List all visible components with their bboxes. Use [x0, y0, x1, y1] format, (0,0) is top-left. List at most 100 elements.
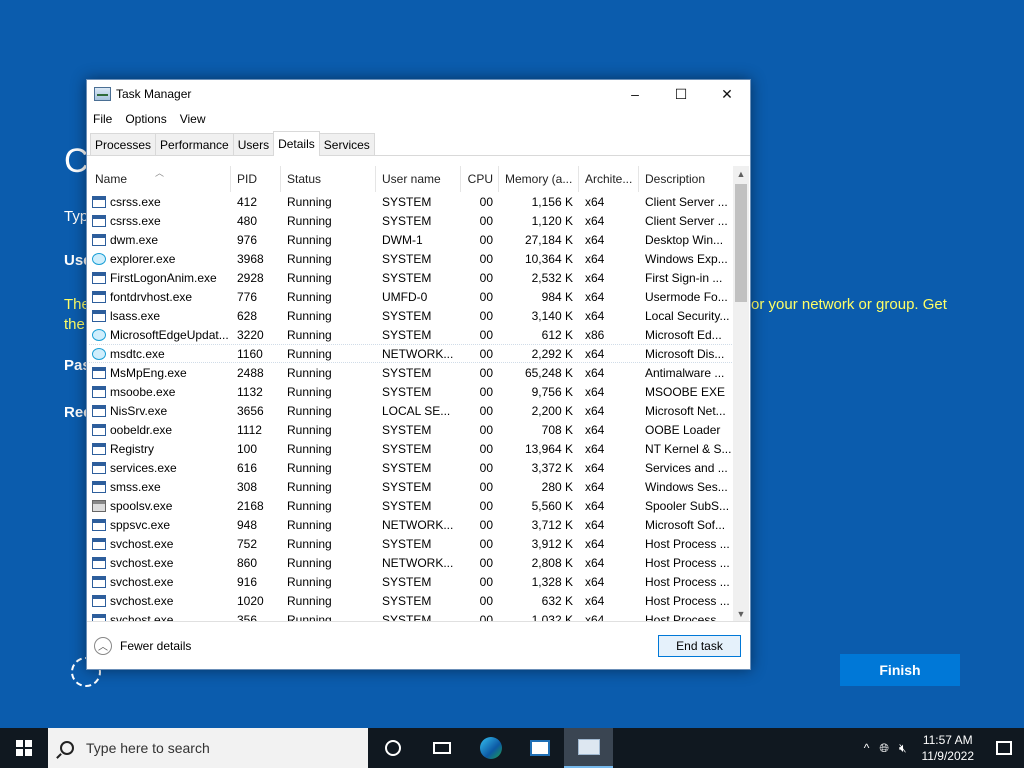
- vertical-scrollbar[interactable]: ▲ ▼: [733, 166, 749, 622]
- process-status-cell: Running: [287, 460, 332, 475]
- process-row[interactable]: spoolsv.exe 2168 Running SYSTEM 00 5,560 K x64…: [89, 496, 734, 515]
- tab-details[interactable]: Details: [273, 131, 320, 156]
- process-row[interactable]: svchost.exe 916 Running SYSTEM 00 1,328 K x64 H…: [89, 572, 734, 591]
- volume-muted-icon[interactable]: 🔇︎: [894, 741, 912, 756]
- end-task-button[interactable]: End task: [658, 634, 741, 657]
- process-arch-cell: x64: [585, 251, 605, 266]
- process-cpu-cell: 00: [479, 327, 493, 342]
- task-view-button[interactable]: [417, 728, 466, 768]
- process-row[interactable]: dwm.exe 976 Running DWM-1 00 27,184 K x64 Deskt…: [89, 230, 734, 249]
- process-row[interactable]: oobeldr.exe 1112 Running SYSTEM 00 708 K x64 OO…: [89, 420, 734, 439]
- process-cpu-cell: 00: [479, 574, 493, 589]
- fewer-details-link[interactable]: Fewer details: [120, 639, 191, 653]
- task-manager-taskbar-button[interactable]: [564, 728, 613, 768]
- process-row[interactable]: csrss.exe 412 Running SYSTEM 00 1,156 K x64 Cli…: [89, 192, 734, 211]
- process-row[interactable]: MicrosoftEdgeUpdat... 3220 Running SYSTEM 00…: [89, 325, 734, 344]
- cortana-button[interactable]: [368, 728, 417, 768]
- process-row[interactable]: services.exe 616 Running SYSTEM 00 3,372 K x64…: [89, 458, 734, 477]
- scroll-down-icon[interactable]: ▼: [733, 606, 749, 622]
- process-name: Registry: [110, 441, 155, 456]
- process-name-cell: FirstLogonAnim.exe: [89, 271, 231, 285]
- process-row[interactable]: svchost.exe 1020 Running SYSTEM 00 632 K x64 Ho…: [89, 591, 734, 610]
- menu-view[interactable]: View: [180, 112, 206, 126]
- process-mem-cell: 1,156 K: [531, 194, 573, 209]
- process-desc-cell: First Sign-in ...: [645, 270, 723, 285]
- process-status-cell: Running: [287, 593, 332, 608]
- process-row[interactable]: sppsvc.exe 948 Running NETWORK... 00 3,712 K x…: [89, 515, 734, 534]
- oobe-taskbar-button[interactable]: [515, 728, 564, 768]
- process-arch-cell: x64: [585, 593, 605, 608]
- process-name: lsass.exe: [110, 308, 161, 323]
- process-pid-cell: 1132: [237, 384, 263, 399]
- process-row[interactable]: fontdrvhost.exe 776 Running UMFD-0 00 984 K x6…: [89, 287, 734, 306]
- process-row[interactable]: msdtc.exe 1160 Running NETWORK... 00 2,292 K x…: [89, 344, 734, 363]
- process-row[interactable]: svchost.exe 752 Running SYSTEM 00 3,912 K x64 H…: [89, 534, 734, 553]
- process-user-cell: SYSTEM: [382, 479, 432, 494]
- process-user-cell: LOCAL SE...: [382, 403, 451, 418]
- column-header-memory[interactable]: Memory (a...: [499, 166, 579, 192]
- show-hidden-icons-chevron-icon[interactable]: ^: [859, 741, 875, 755]
- process-mem-cell: 708 K: [541, 422, 573, 437]
- tab-services[interactable]: Services: [318, 133, 375, 155]
- minimize-icon[interactable]: –: [612, 80, 658, 108]
- action-center-button[interactable]: [984, 728, 1024, 768]
- process-row[interactable]: csrss.exe 480 Running SYSTEM 00 1,120 K x64 Cli…: [89, 211, 734, 230]
- start-button[interactable]: [0, 728, 48, 768]
- tab-users[interactable]: Users: [232, 133, 275, 155]
- chevron-up-icon[interactable]: ︿: [94, 636, 112, 655]
- task-manager-app-icon: [94, 87, 111, 101]
- process-row[interactable]: FirstLogonAnim.exe 2928 Running SYSTEM 00 2,5…: [89, 268, 734, 287]
- edge-icon: [479, 737, 502, 759]
- process-cpu-cell: 00: [479, 232, 493, 247]
- maximize-icon[interactable]: ☐: [658, 80, 704, 108]
- menu-options[interactable]: Options: [125, 112, 166, 126]
- edge-taskbar-button[interactable]: [466, 728, 515, 768]
- process-status-cell: Running: [287, 194, 332, 209]
- tab-processes[interactable]: Processes: [90, 133, 157, 155]
- process-row[interactable]: lsass.exe 628 Running SYSTEM 00 3,140 K x64 Loc…: [89, 306, 734, 325]
- process-arch-cell: x64: [585, 403, 605, 418]
- tab-performance[interactable]: Performance: [155, 133, 234, 155]
- title-bar[interactable]: Task Manager – ☐ ✕: [87, 80, 750, 108]
- process-row[interactable]: NisSrv.exe 3656 Running LOCAL SE... 00 2,200 …: [89, 401, 734, 420]
- process-row[interactable]: msoobe.exe 1132 Running SYSTEM 00 9,756 K x64 M…: [89, 382, 734, 401]
- column-header-status[interactable]: Status: [281, 166, 376, 192]
- process-row[interactable]: explorer.exe 3968 Running SYSTEM 00 10,364 K x…: [89, 249, 734, 268]
- process-cpu-cell: 00: [479, 403, 493, 418]
- process-pid-cell: 2488: [237, 365, 264, 380]
- menu-file[interactable]: File: [93, 112, 112, 126]
- process-name: fontdrvhost.exe: [110, 289, 193, 304]
- window-title: Task Manager: [116, 87, 192, 101]
- process-name: svchost.exe: [110, 593, 174, 608]
- process-mem-cell: 13,964 K: [524, 441, 573, 456]
- scroll-up-icon[interactable]: ▲: [733, 166, 749, 182]
- process-arch-cell: x64: [585, 517, 605, 532]
- process-status-cell: Running: [287, 289, 332, 304]
- process-row[interactable]: smss.exe 308 Running SYSTEM 00 280 K x64 Window…: [89, 477, 734, 496]
- scroll-thumb[interactable]: [735, 184, 747, 302]
- process-row[interactable]: MsMpEng.exe 2488 Running SYSTEM 00 65,248 K x6…: [89, 363, 734, 382]
- taskbar-search-box[interactable]: Type here to search: [48, 728, 368, 768]
- process-row[interactable]: svchost.exe 860 Running NETWORK... 00 2,808 K…: [89, 553, 734, 572]
- process-status-cell: Running: [287, 422, 332, 437]
- finish-button[interactable]: Finish: [840, 654, 960, 686]
- oobe-window-icon: [529, 740, 550, 756]
- column-header-user[interactable]: User name: [376, 166, 461, 192]
- network-globe-icon[interactable]: 🌐︎: [874, 741, 894, 756]
- clock[interactable]: 11:57 AM 11/9/2022: [912, 732, 985, 764]
- process-name-cell: MsMpEng.exe: [89, 366, 231, 380]
- process-cpu-cell: 00: [479, 308, 493, 323]
- process-cpu-cell: 00: [479, 479, 493, 494]
- process-arch-cell: x64: [585, 232, 605, 247]
- column-header-cpu[interactable]: CPU: [461, 166, 499, 192]
- process-pid-cell: 776: [237, 289, 258, 304]
- process-name-cell: spoolsv.exe: [89, 499, 231, 513]
- close-icon[interactable]: ✕: [704, 80, 750, 108]
- window-icon: [92, 518, 106, 531]
- column-header-pid[interactable]: PID: [231, 166, 281, 192]
- process-row[interactable]: Registry 100 Running SYSTEM 00 13,964 K x64 NT …: [89, 439, 734, 458]
- column-header-architecture[interactable]: Archite...: [579, 166, 639, 192]
- column-header-description[interactable]: Description: [639, 166, 734, 192]
- process-user-cell: SYSTEM: [382, 213, 432, 228]
- process-user-cell: SYSTEM: [382, 251, 432, 266]
